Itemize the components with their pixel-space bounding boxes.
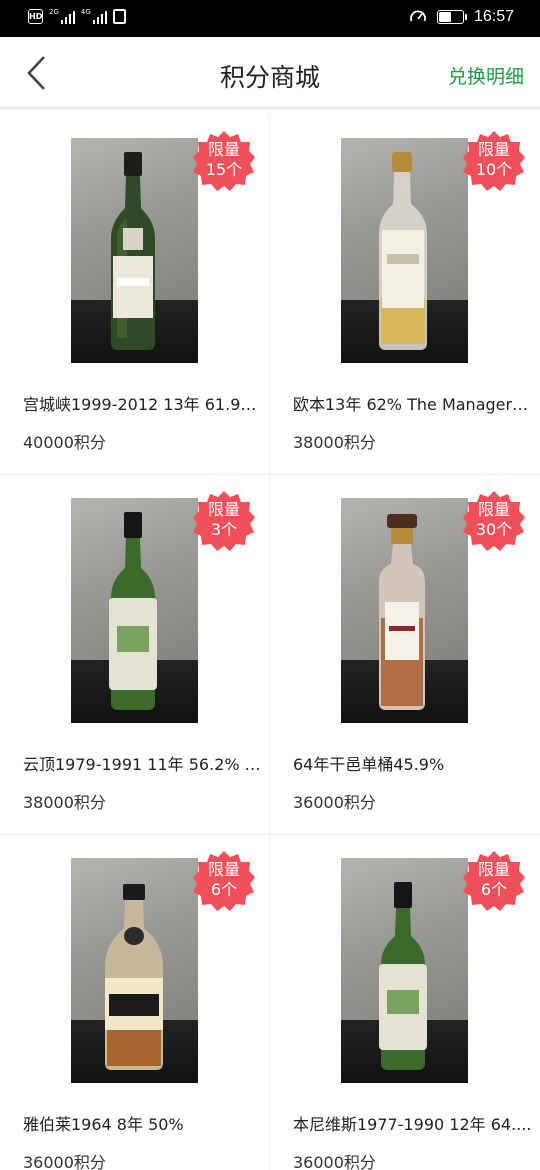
product-card[interactable]: 限量 6个 雅伯莱1964 8年 50% 36000积分 xyxy=(0,835,270,1170)
limit-label: 限量 xyxy=(207,860,240,879)
clock: 16:57 xyxy=(473,8,514,25)
limit-label: 限量 xyxy=(207,500,240,519)
product-price: 38000积分 xyxy=(23,793,106,812)
hd-icon: HD xyxy=(28,9,43,24)
status-right: 16:57 xyxy=(409,8,514,26)
battery-icon xyxy=(436,10,467,24)
product-price: 40000积分 xyxy=(23,433,106,452)
clear-bottle-image xyxy=(379,152,427,350)
product-grid: 限量 15个 宫城峡1999-2012 13年 61.9%... 40000积分 … xyxy=(0,115,540,1170)
limit-count: 6个 xyxy=(480,880,508,899)
signal-2g-label: 2G xyxy=(49,8,59,16)
product-name: 本尼维斯1977-1990 12年 64.... xyxy=(293,1115,532,1134)
signal-4g-label: 4G xyxy=(80,8,91,16)
limit-label: 限量 xyxy=(207,140,240,159)
signal-4g-icon: 4G xyxy=(81,9,107,24)
product-name: 欧本13年 62% The Manager&... xyxy=(293,395,538,414)
product-price: 36000积分 xyxy=(23,1153,106,1170)
product-name: 64年干邑单桶45.9% xyxy=(293,755,445,774)
product-card[interactable]: 限量 15个 宫城峡1999-2012 13年 61.9%... 40000积分 xyxy=(0,115,270,475)
limit-label: 限量 xyxy=(477,500,510,519)
product-image[interactable] xyxy=(341,858,468,1083)
battery-fill xyxy=(438,12,451,22)
aberlour-bottle-image xyxy=(105,884,163,1070)
product-price: 36000积分 xyxy=(293,1153,376,1170)
product-row: 限量3个 云顶1979-1991 11年 56.2% S... 38000积分 xyxy=(0,475,540,835)
product-image[interactable] xyxy=(71,138,198,363)
product-name: 云顶1979-1991 11年 56.2% S... xyxy=(23,755,268,774)
green-bottle-image xyxy=(109,512,157,710)
limit-count: 30个 xyxy=(475,520,513,539)
limit-count: 15个 xyxy=(205,160,243,179)
product-row: 限量 6个 雅伯莱1964 8年 50% 36000积分 限量 6个 本尼维斯197… xyxy=(0,835,540,1170)
status-bar: HD 2G 4G 16:57 xyxy=(0,0,540,37)
product-image[interactable] xyxy=(341,498,468,723)
product-price: 36000积分 xyxy=(293,793,376,812)
limit-badge: 限量 15个 xyxy=(193,130,255,192)
limit-badge: 限量 10个 xyxy=(463,130,525,192)
speed-gauge-icon xyxy=(410,10,426,22)
product-card[interactable]: 限量 6个 本尼维斯1977-1990 12年 64.... 36000积分 xyxy=(270,835,540,1170)
green-bottle-image xyxy=(379,882,427,1070)
product-image[interactable] xyxy=(71,498,198,723)
product-price: 38000积分 xyxy=(293,433,376,452)
vibrate-icon xyxy=(112,9,126,24)
cognac-bottle-image xyxy=(379,514,425,710)
product-card[interactable]: 限量 30个 64年干邑单桶45.9% 36000积分 xyxy=(270,475,540,835)
limit-count: 3个 xyxy=(210,520,238,539)
product-image[interactable] xyxy=(341,138,468,363)
green-bottle-image xyxy=(111,152,155,350)
status-left: HD 2G 4G xyxy=(28,9,126,24)
limit-label: 限量 xyxy=(477,140,510,159)
product-image[interactable] xyxy=(71,858,198,1083)
product-name: 宫城峡1999-2012 13年 61.9%... xyxy=(23,395,268,414)
limit-badge: 限量 30个 xyxy=(463,490,525,552)
nav-bar: 积分商城 兑换明细 xyxy=(0,37,540,109)
exchange-details-link[interactable]: 兑换明细 xyxy=(448,62,524,89)
limit-label: 限量 xyxy=(477,860,510,879)
limit-badge: 限量 3个 xyxy=(193,490,255,552)
limit-badge: 限量 6个 xyxy=(463,850,525,912)
limit-count: 6个 xyxy=(210,880,238,899)
limit-badge: 限量 6个 xyxy=(193,850,255,912)
product-card[interactable]: 限量 3个 云顶1979-1991 11年 56.2% S... 38000积分 xyxy=(0,475,270,835)
limit-count: 10个 xyxy=(475,160,513,179)
product-card[interactable]: 限量 10个 欧本13年 62% The Manager&... 38000积分 xyxy=(270,115,540,475)
product-name: 雅伯莱1964 8年 50% xyxy=(23,1115,184,1134)
product-row: 限量 15个 宫城峡1999-2012 13年 61.9%... 40000积分 … xyxy=(0,115,540,475)
signal-2g-icon: 2G xyxy=(49,9,75,24)
